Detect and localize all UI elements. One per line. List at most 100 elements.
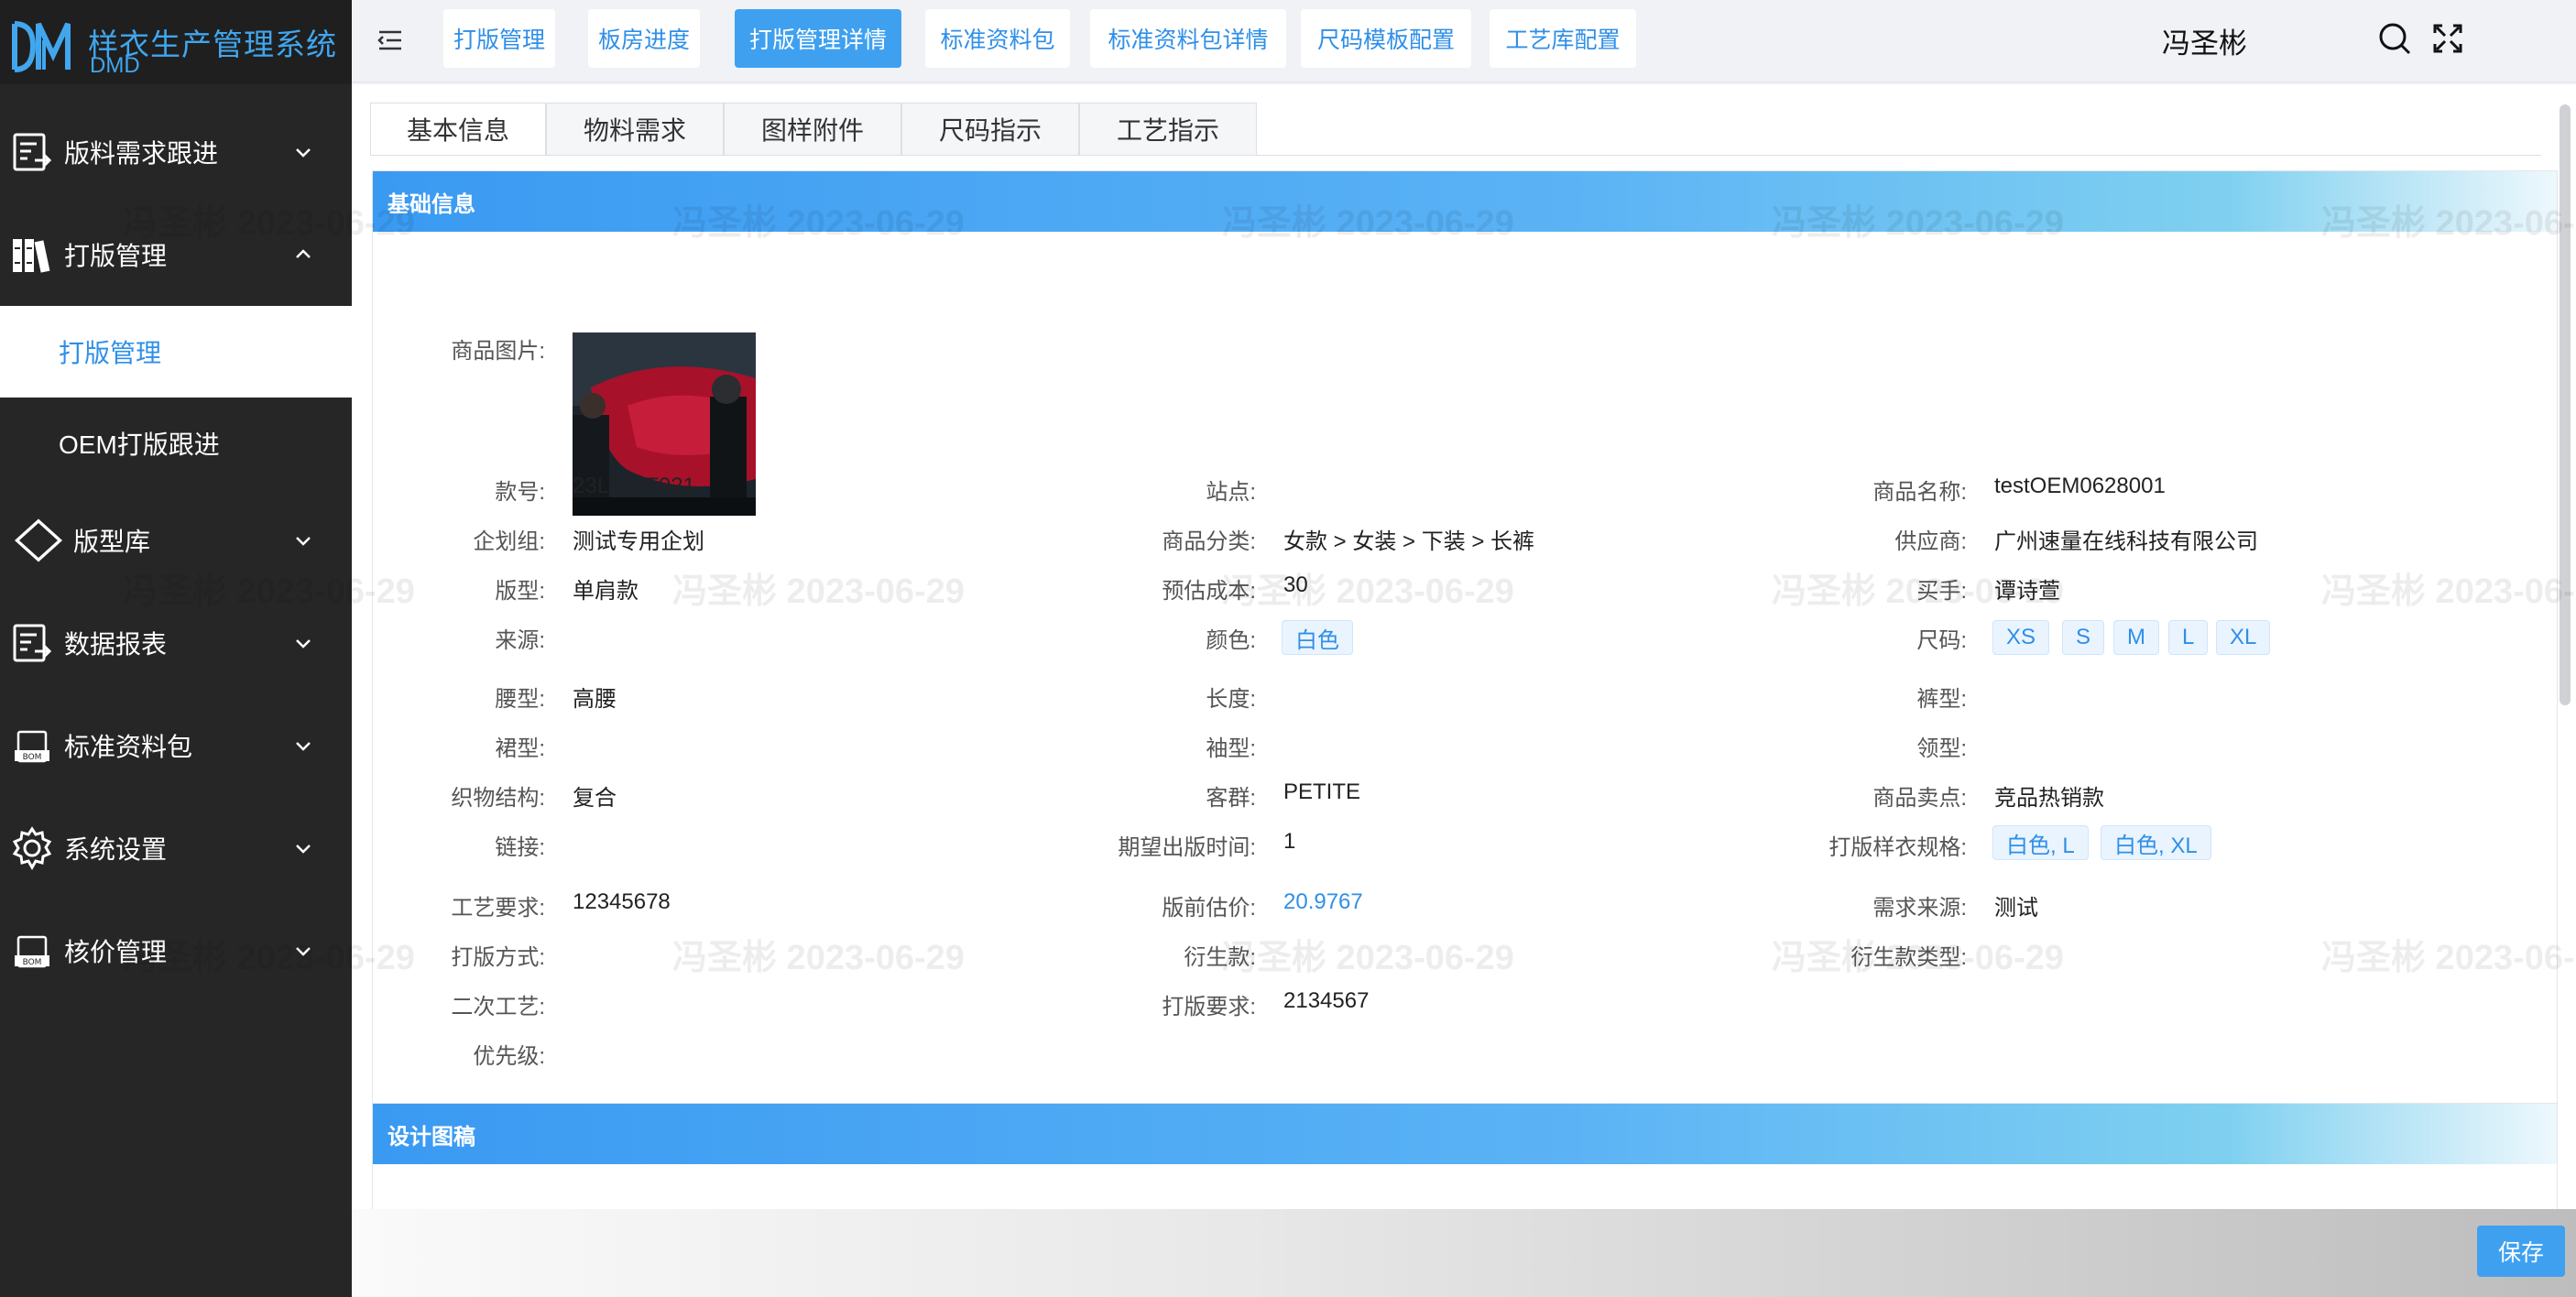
size-tag: S (2062, 620, 2105, 655)
sidebar-item-label: 标准资料包 (64, 733, 193, 761)
collar-type-label: 领型: (1916, 736, 1967, 761)
search-icon[interactable] (2376, 20, 2413, 57)
sidebar: 样衣生产管理系统 DMD 版料需求跟进 打版管理 打版管理 OEM打版跟进 版型… (0, 0, 352, 1297)
style-no-value: 23L11AT021 (573, 474, 695, 498)
books-icon (13, 239, 50, 273)
size-tag: XS (1992, 620, 2050, 655)
pre-price-value[interactable]: 20.9767 (1283, 889, 1363, 915)
sidebar-subitem-label: 打版管理 (59, 339, 162, 367)
selling-point-value: 竞品热销款 (1994, 786, 2104, 811)
tab-standard-package[interactable]: 标准资料包 (925, 9, 1070, 68)
svg-text:BOM: BOM (23, 753, 42, 762)
craft-req-label: 工艺要求: (451, 896, 545, 921)
expected-time-label: 期望出版时间: (1118, 835, 1256, 860)
chevron-down-icon (296, 947, 311, 956)
tab-attachments[interactable]: 图样附件 (724, 103, 901, 156)
site-label: 站点: (1206, 480, 1256, 505)
link-label: 链接: (495, 835, 545, 860)
craft-req-value: 12345678 (573, 889, 671, 914)
size-label: 尺码: (1916, 628, 1967, 653)
image-label: 商品图片: (451, 339, 545, 364)
sidebar-item-pattern-management[interactable]: 打版管理 (0, 203, 352, 306)
pattern-req-value: 2134567 (1283, 988, 1370, 1013)
color-label: 颜色: (1206, 628, 1256, 653)
gear-icon (12, 826, 52, 871)
tab-craft-instructions[interactable]: 工艺指示 (1079, 103, 1257, 156)
demand-source-value: 测试 (1994, 896, 2038, 921)
sidebar-item-data-report[interactable]: 数据报表 (0, 592, 352, 694)
sidebar-item-label: 数据报表 (64, 630, 168, 659)
fabric-label: 织物结构: (451, 786, 545, 811)
sidebar-subitem-oem-pattern[interactable]: OEM打版跟进 (0, 398, 352, 489)
pattern-value: 单肩款 (573, 579, 639, 604)
style-no-label: 款号: (495, 480, 545, 505)
buyer-value: 谭诗萱 (1994, 579, 2060, 604)
product-name-value: testOEM0628001 (1994, 474, 2166, 498)
flowchart-icon (13, 624, 52, 662)
tab-pattern-management[interactable]: 打版管理 (443, 9, 555, 68)
chevron-down-icon (296, 537, 311, 546)
vertical-scrollbar[interactable] (2560, 104, 2571, 705)
supplier-label: 供应商: (1894, 529, 1967, 554)
chevron-up-icon (296, 249, 311, 258)
sidebar-item-label: 版料需求跟进 (64, 139, 219, 168)
size-tag: L (2168, 620, 2209, 655)
expected-time-value: 1 (1283, 829, 1296, 854)
pre-price-label: 版前估价: (1162, 896, 1256, 921)
tab-craft-library[interactable]: 工艺库配置 (1490, 9, 1636, 68)
save-button[interactable]: 保存 (2477, 1226, 2565, 1277)
footer-bar (352, 1209, 2576, 1297)
sidebar-subitem-label: OEM打版跟进 (59, 431, 220, 459)
tabs-divider (370, 155, 2541, 156)
bom-icon: BOM (15, 730, 49, 763)
tab-material-demand[interactable]: 物料需求 (546, 103, 724, 156)
waist-label: 腰型: (495, 687, 545, 712)
planning-group-label: 企划组: (473, 529, 545, 554)
sample-spec-tag: 白色, L (1992, 825, 2089, 860)
logo: 样衣生产管理系统 DMD (0, 0, 352, 84)
est-cost-value: 30 (1283, 572, 1308, 597)
secondary-craft-label: 二次工艺: (451, 995, 545, 1019)
fullscreen-icon[interactable] (2429, 20, 2466, 57)
waist-value: 高腰 (573, 687, 617, 712)
tab-basic-info[interactable]: 基本信息 (370, 103, 546, 156)
sample-spec-label: 打版样衣规格: (1828, 835, 1967, 860)
chevron-down-icon (296, 148, 311, 158)
pants-type-label: 裤型: (1916, 687, 1967, 712)
tab-sample-room-progress[interactable]: 板房进度 (588, 9, 700, 68)
menu-collapse-icon[interactable] (374, 24, 407, 57)
svg-text:BOM: BOM (23, 958, 42, 967)
sidebar-item-label: 系统设置 (64, 835, 168, 864)
tab-size-instructions[interactable]: 尺码指示 (901, 103, 1079, 156)
tab-standard-package-detail[interactable]: 标准资料包详情 (1090, 9, 1286, 68)
main-content: 基本信息 物料需求 图样附件 尺码指示 工艺指示 基础信息 商品图片: 款号: … (352, 84, 2576, 1297)
top-header: 打版管理 板房进度 打版管理详情 标准资料包 标准资料包详情 尺码模板配置 工艺… (352, 0, 2576, 82)
skirt-type-label: 裙型: (495, 736, 545, 761)
diamond-icon (14, 518, 63, 562)
category-label: 商品分类: (1162, 529, 1256, 554)
user-name[interactable]: 冯圣彬 (2162, 20, 2247, 61)
basic-info-card: 基础信息 商品图片: 款号: 23L11AT021 站点: 商品名称: test… (372, 170, 2558, 1169)
sidebar-item-label: 打版管理 (64, 242, 168, 270)
tab-pattern-detail[interactable]: 打版管理详情 (735, 9, 901, 68)
selling-point-label: 商品卖点: (1872, 786, 1967, 811)
sidebar-item-material-demand[interactable]: 版料需求跟进 (0, 101, 352, 203)
est-cost-label: 预估成本: (1162, 579, 1256, 604)
dmd-logo-icon (12, 21, 71, 72)
sidebar-item-pricing[interactable]: BOM 核价管理 (0, 899, 352, 1002)
sidebar-item-pattern-library[interactable]: 版型库 (0, 489, 352, 592)
tab-size-template[interactable]: 尺码模板配置 (1301, 9, 1471, 68)
pattern-req-label: 打版要求: (1162, 995, 1256, 1019)
chevron-down-icon (296, 742, 311, 751)
sidebar-item-standard-package[interactable]: BOM 标准资料包 (0, 694, 352, 797)
sidebar-item-label: 核价管理 (64, 938, 168, 966)
source-label: 来源: (495, 628, 545, 653)
section-title: 基础信息 (373, 171, 2557, 232)
product-name-label: 商品名称: (1872, 480, 1967, 505)
length-label: 长度: (1206, 687, 1256, 712)
chevron-down-icon (296, 639, 311, 648)
sidebar-item-system-settings[interactable]: 系统设置 (0, 797, 352, 899)
sidebar-subitem-pattern-management[interactable]: 打版管理 (0, 306, 352, 398)
derivative-type-label: 衍生款类型: (1850, 945, 1967, 970)
demand-source-label: 需求来源: (1872, 896, 1967, 921)
